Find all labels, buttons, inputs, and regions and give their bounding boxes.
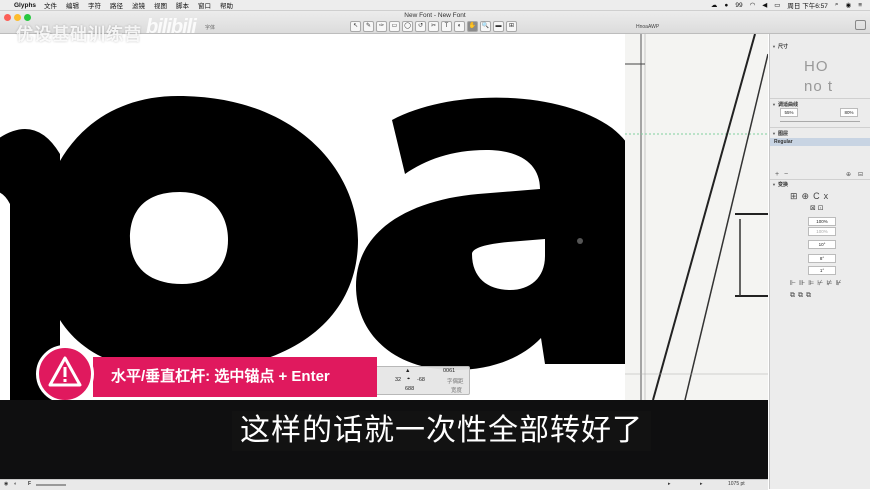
align-icons[interactable]: ⊞⊕Cx: [790, 191, 832, 202]
cloud-icon[interactable]: ☁: [711, 1, 718, 9]
glyph-a-outline: [356, 97, 650, 371]
menu-bar: Glyphs 文件 编辑 字符 路径 滤镜 视图 脚本 窗口 帮助 ☁ ● 99…: [0, 0, 870, 11]
preview-eye-icon[interactable]: ◉: [4, 481, 8, 487]
menu-window[interactable]: 窗口: [198, 0, 211, 10]
scale-input-2[interactable]: 100%: [808, 227, 836, 236]
menu-path[interactable]: 路径: [110, 0, 123, 10]
tab-glyphs[interactable]: HnoaAWP: [636, 24, 659, 30]
layer-regular[interactable]: Regular: [770, 138, 870, 146]
clock[interactable]: 周日 下午6:57: [787, 0, 827, 10]
menu-glyph[interactable]: 字符: [88, 0, 101, 10]
zoom-in-icon[interactable]: ▸: [700, 481, 703, 487]
menu-help[interactable]: 帮助: [220, 0, 233, 10]
notifications-icon[interactable]: ≡: [858, 2, 862, 9]
fit-curve-slider[interactable]: [780, 121, 860, 122]
menu-script[interactable]: 脚本: [176, 0, 189, 10]
remove-layer-icon[interactable]: −: [784, 171, 788, 178]
path-operation-icons[interactable]: ⧉⧉⧉: [790, 292, 814, 300]
subtitle: 这样的话就一次性全部转好了: [232, 411, 651, 451]
kerning-label: 字偶距: [447, 379, 464, 385]
preview-line-1: HO: [804, 58, 829, 75]
preview-line-2: no t: [804, 78, 834, 95]
text-tool-icon[interactable]: T: [441, 21, 452, 32]
disclosure-icon[interactable]: ▼: [772, 44, 776, 49]
status-bar: ◉ ◐ F ▸ ▸ 1075 pt: [0, 479, 768, 490]
select-tool-icon[interactable]: ↖: [350, 21, 361, 32]
menu-app-name[interactable]: Glyphs: [14, 2, 36, 9]
measure-tool-icon[interactable]: ▬: [493, 21, 504, 32]
info-y-value[interactable]: -68: [417, 377, 425, 383]
hand-tool-icon[interactable]: ✋: [467, 21, 478, 32]
toolbar: ↖ ✎ ✑ ▭ ◯ ↺ ✂ T ◐ ✋ 🔍 ▬ ⊞: [350, 21, 517, 32]
cursor-icon: [577, 238, 583, 244]
battery-icon[interactable]: ▭: [774, 1, 780, 9]
battery-count: 99: [735, 1, 743, 9]
skew-input[interactable]: 1°: [808, 266, 836, 275]
fit-curve-left-input[interactable]: 55%: [780, 108, 798, 117]
glyph-info-box: ▲ 0061 32 ⌖ -68 字偶距 688 宽度: [364, 366, 470, 395]
slant-input[interactable]: 8°: [808, 254, 836, 263]
rotate-tool-icon[interactable]: ↺: [415, 21, 426, 32]
flip-icons[interactable]: ⊠ ⊡: [810, 204, 824, 212]
siri-icon[interactable]: ◉: [846, 1, 852, 9]
disclosure-icon[interactable]: ▼: [772, 102, 776, 107]
rectangle-tool-icon[interactable]: ▭: [389, 21, 400, 32]
draw-tool-icon[interactable]: ✎: [363, 21, 374, 32]
wechat-icon[interactable]: ●: [724, 2, 728, 9]
dimensions-title: 尺寸: [778, 44, 789, 50]
brand-watermark: 优设基础训练营: [16, 25, 142, 44]
zoom-out-icon[interactable]: ▸: [668, 481, 671, 487]
fit-curve-title: 调适曲线: [778, 102, 799, 108]
grid-tool-icon[interactable]: ⊞: [506, 21, 517, 32]
tip-banner: 水平/垂直杠杆: 选中锚点 + Enter: [93, 357, 377, 397]
preview-size-slider[interactable]: [36, 484, 66, 486]
knife-tool-icon[interactable]: ✂: [428, 21, 439, 32]
menu-file[interactable]: 文件: [44, 0, 57, 10]
wifi-icon[interactable]: ◠: [750, 1, 756, 9]
zoom-level[interactable]: 1075 pt: [728, 481, 745, 487]
scale-input[interactable]: 100%: [808, 217, 836, 226]
fit-curve-right-input[interactable]: 80%: [840, 108, 858, 117]
layer-options-icon[interactable]: ⊕: [846, 171, 851, 178]
zoom-tool-icon[interactable]: 🔍: [480, 21, 491, 32]
pencil-tool-icon[interactable]: ✑: [376, 21, 387, 32]
info-up-icon: ▲: [405, 368, 411, 374]
ellipse-tool-icon[interactable]: ◯: [402, 21, 413, 32]
bilibili-watermark: bilibili: [146, 16, 197, 38]
rotate-input[interactable]: 10°: [808, 240, 836, 249]
info-x-value[interactable]: 32: [395, 377, 401, 383]
inspector-panel: ▼ 尺寸 HO no t ▼ 调适曲线 55% 80% ▼ 图层 Regular…: [769, 34, 870, 489]
annotation-tool-icon[interactable]: ◐: [454, 21, 465, 32]
menu-filter[interactable]: 滤镜: [132, 0, 145, 10]
disclosure-icon[interactable]: ▼: [772, 182, 776, 187]
layer-menu-icon[interactable]: ⊟: [858, 171, 863, 178]
warning-icon: [48, 356, 82, 387]
search-icon[interactable]: ⌕: [835, 1, 839, 9]
info-width-value[interactable]: 688: [405, 386, 414, 392]
tab-font[interactable]: 字体: [205, 24, 215, 31]
volume-icon[interactable]: ◀: [762, 1, 767, 9]
menu-edit[interactable]: 编辑: [66, 0, 79, 10]
font-icon[interactable]: F: [28, 481, 31, 487]
width-label: 宽度: [451, 388, 463, 394]
layers-title: 图层: [778, 131, 789, 137]
preview-toggle-icon[interactable]: ◐: [14, 481, 17, 487]
background-sketch-image: [625, 34, 768, 400]
transform-title: 变换: [778, 182, 789, 188]
crosshair-icon: ⌖: [407, 376, 411, 382]
add-layer-icon[interactable]: +: [775, 171, 779, 178]
disclosure-icon[interactable]: ▼: [772, 131, 776, 136]
menu-view[interactable]: 视图: [154, 0, 167, 10]
distribute-icons[interactable]: ⊩⊪⊫⊬⊭⊮: [790, 279, 845, 287]
sidebar-toggle-icon[interactable]: [855, 20, 866, 30]
glyph-code: 0061: [443, 368, 456, 374]
window-title: New Font - New Font: [404, 12, 466, 19]
glyph-o-outline: [40, 96, 358, 372]
